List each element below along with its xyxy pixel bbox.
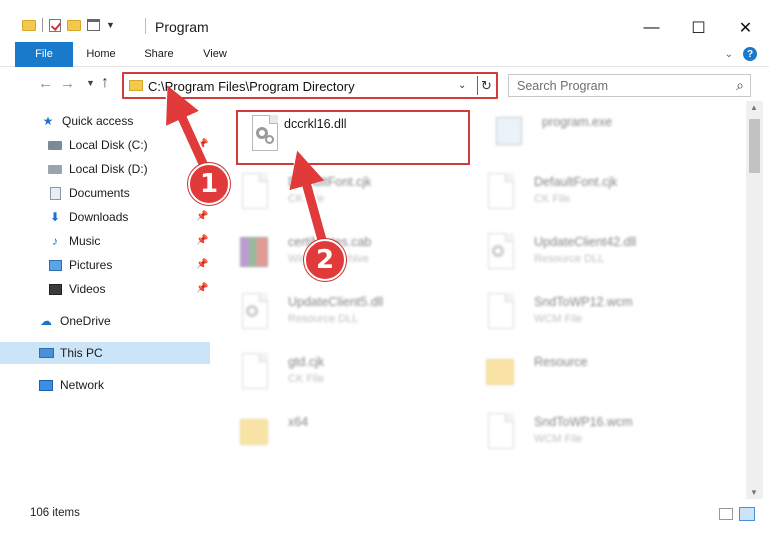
- callout-arrows: [165, 85, 329, 247]
- callout-badge-2: 2: [304, 239, 346, 281]
- callout-arrow-2: [289, 150, 329, 247]
- callout-arrow-1: [165, 85, 212, 175]
- callout-badge-1: 1: [188, 163, 230, 205]
